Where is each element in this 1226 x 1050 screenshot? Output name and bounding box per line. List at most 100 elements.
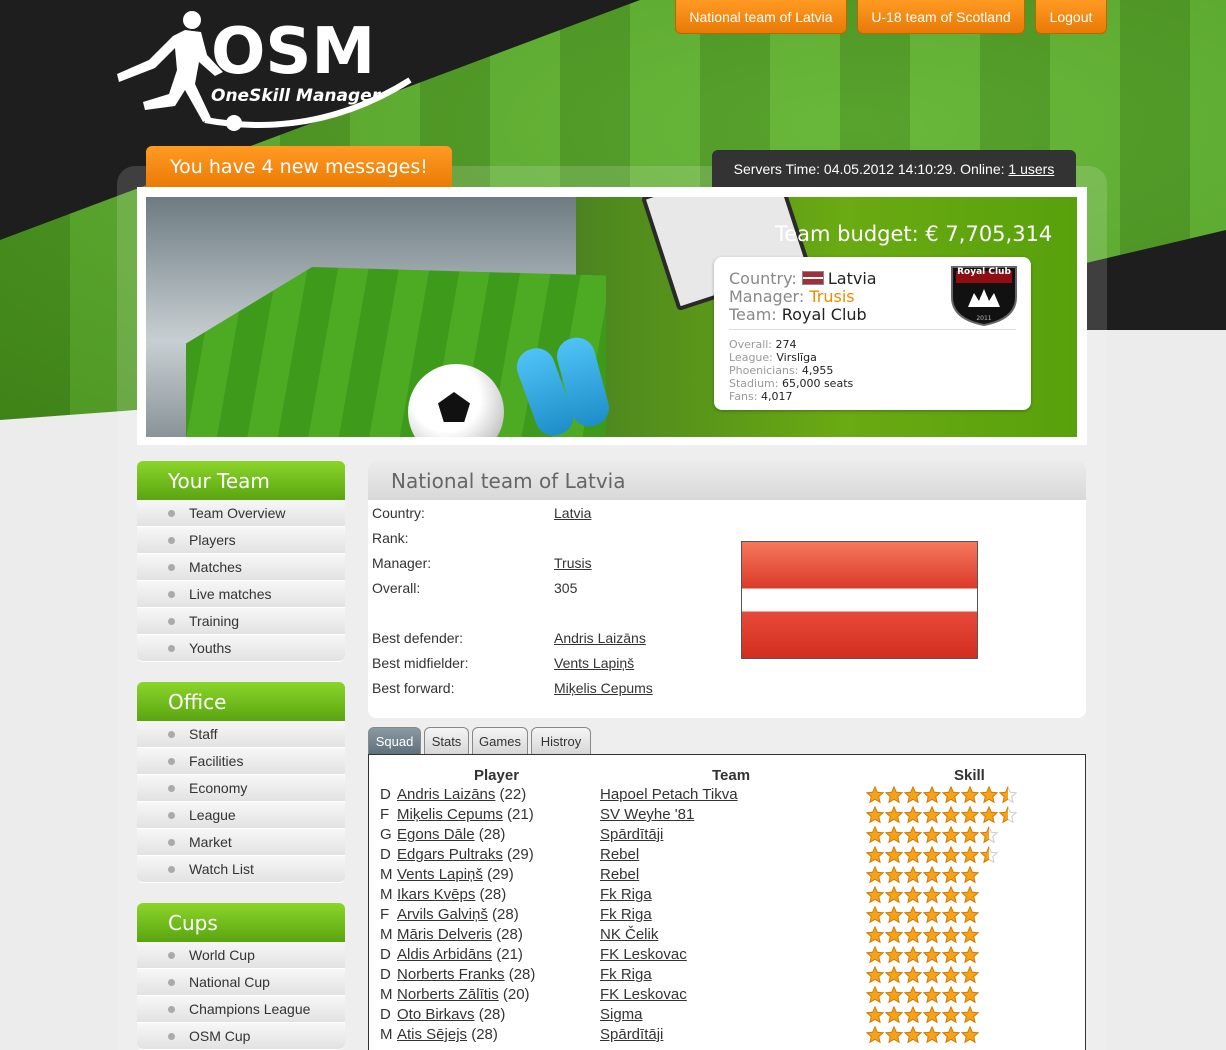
player-cell: Oto Birkavs (28)	[397, 1006, 505, 1023]
player-link[interactable]: Egons Dāle	[397, 826, 475, 843]
skill-stars	[866, 965, 980, 984]
national-team-button[interactable]: National team of Latvia	[675, 0, 847, 34]
sidebar-item-staff[interactable]: Staff	[137, 721, 345, 748]
player-link[interactable]: Miķelis Cepums	[397, 806, 503, 823]
sidebar-item-team-overview[interactable]: Team Overview	[137, 500, 345, 527]
player-cell: Norberts Zālītis (20)	[397, 986, 530, 1003]
player-link[interactable]: Māris Delveris	[397, 926, 492, 943]
manager-label: Manager:	[729, 287, 805, 306]
tab-stats[interactable]: Stats	[424, 727, 469, 755]
star-icon	[941, 825, 961, 844]
team-link[interactable]: Sigma	[600, 1006, 643, 1023]
online-users-link[interactable]: 1 users	[1008, 161, 1054, 177]
star-icon	[903, 785, 923, 804]
tab-squad[interactable]: Squad	[368, 727, 421, 755]
team-link[interactable]: SV Weyhe '81	[600, 806, 694, 823]
team-link[interactable]: Fk Riga	[600, 906, 652, 923]
star-icon	[903, 985, 923, 1004]
player-age: (28)	[475, 886, 507, 903]
rank-row-label: Rank:	[372, 530, 409, 546]
sidebar-item-national-cup[interactable]: National Cup	[137, 969, 345, 996]
sidebar-item-economy[interactable]: Economy	[137, 775, 345, 802]
team-budget: Team budget: € 7,705,314	[775, 222, 1053, 246]
tab-games[interactable]: Games	[472, 727, 528, 755]
table-row: M Māris Delveris (28) NK Čelik	[369, 925, 1085, 946]
star-icon	[941, 965, 961, 984]
player-link[interactable]: Andris Laizāns	[397, 786, 495, 803]
player-position: M	[380, 926, 393, 943]
sidebar-item-market[interactable]: Market	[137, 829, 345, 856]
sidebar-item-youths[interactable]: Youths	[137, 635, 345, 662]
sidebar-item-osm-cup[interactable]: OSM Cup	[137, 1023, 345, 1050]
phoenicians-value: 4,955	[801, 364, 834, 377]
sidebar-item-world-cup[interactable]: World Cup	[137, 942, 345, 969]
team-link[interactable]: Rebel	[600, 866, 639, 883]
u18-team-button[interactable]: U-18 team of Scotland	[857, 0, 1025, 34]
team-link[interactable]: Hapoel Petach Tikva	[600, 786, 738, 803]
country-link[interactable]: Latvia	[554, 505, 591, 521]
crest-name: Royal Club	[957, 267, 1011, 277]
sidebar-item-training[interactable]: Training	[137, 608, 345, 635]
player-link[interactable]: Oto Birkavs	[397, 1006, 475, 1023]
star-icon	[922, 825, 942, 844]
star-icon	[941, 785, 961, 804]
best-midfielder-link[interactable]: Vents Lapiņš	[554, 655, 634, 671]
star-icon	[922, 945, 942, 964]
tab-history[interactable]: Histroy	[531, 727, 591, 755]
star-icon	[903, 965, 923, 984]
best-defender-link[interactable]: Andris Laizāns	[554, 630, 646, 646]
sidebar-item-live-matches[interactable]: Live matches	[137, 581, 345, 608]
star-icon	[903, 945, 923, 964]
player-link[interactable]: Norberts Zālītis	[397, 986, 499, 1003]
team-link[interactable]: NK Čelik	[600, 926, 658, 943]
star-icon	[979, 845, 999, 864]
national-manager-link[interactable]: Trusis	[554, 555, 592, 571]
star-icon	[903, 925, 923, 944]
sidebar-item-facilities[interactable]: Facilities	[137, 748, 345, 775]
star-icon	[960, 1025, 980, 1044]
team-link[interactable]: FK Leskovac	[600, 946, 687, 963]
sidebar-item-watch-list[interactable]: Watch List	[137, 856, 345, 883]
star-icon	[922, 965, 942, 984]
player-link[interactable]: Atis Sējejs	[397, 1026, 467, 1043]
star-icon	[941, 885, 961, 904]
star-icon	[922, 905, 942, 924]
player-age: (28)	[474, 826, 506, 843]
sidebar-item-league[interactable]: League	[137, 802, 345, 829]
player-position: F	[380, 906, 390, 923]
star-icon	[941, 905, 961, 924]
sidebar-item-champions-league[interactable]: Champions League	[137, 996, 345, 1023]
skill-stars	[866, 885, 980, 904]
player-link[interactable]: Norberts Franks	[397, 966, 505, 983]
player-link[interactable]: Edgars Pultraks	[397, 846, 503, 863]
player-link[interactable]: Vents Lapiņš	[397, 866, 483, 883]
logout-button[interactable]: Logout	[1035, 0, 1107, 34]
sidebar-item-players[interactable]: Players	[137, 527, 345, 554]
sidebar-item-matches[interactable]: Matches	[137, 554, 345, 581]
osm-logo[interactable]: OSM OneSkill Manager	[115, 10, 415, 135]
player-link[interactable]: Arvils Galviņš	[397, 906, 488, 923]
manager-link[interactable]: Trusis	[809, 287, 854, 306]
team-link[interactable]: Fk Riga	[600, 886, 652, 903]
player-cell: Aldis Arbidāns (21)	[397, 946, 523, 963]
team-link[interactable]: Fk Riga	[600, 966, 652, 983]
star-icon	[941, 1025, 961, 1044]
star-icon	[884, 985, 904, 1004]
star-icon	[922, 805, 942, 824]
team-link[interactable]: Rebel	[600, 846, 639, 863]
player-link[interactable]: Aldis Arbidāns	[397, 946, 492, 963]
team-link[interactable]: FK Leskovac	[600, 986, 687, 1003]
player-link[interactable]: Ikars Kvēps	[397, 886, 475, 903]
messages-notification[interactable]: You have 4 new messages!	[146, 146, 452, 188]
star-icon	[941, 945, 961, 964]
team-link[interactable]: Spārdītāji	[600, 826, 663, 843]
logo-subtitle: OneSkill Manager	[211, 86, 381, 106]
phoenicians-label: Phoenicians:	[729, 364, 799, 377]
team-link[interactable]: Spārdītāji	[600, 1026, 663, 1043]
best-forward-link[interactable]: Miķelis Cepums	[554, 680, 653, 696]
club-crest-icon[interactable]: Royal Club 2011	[948, 261, 1020, 327]
star-icon	[884, 905, 904, 924]
skill-stars	[866, 825, 999, 844]
star-icon	[922, 925, 942, 944]
latvia-flag-icon	[741, 541, 978, 659]
